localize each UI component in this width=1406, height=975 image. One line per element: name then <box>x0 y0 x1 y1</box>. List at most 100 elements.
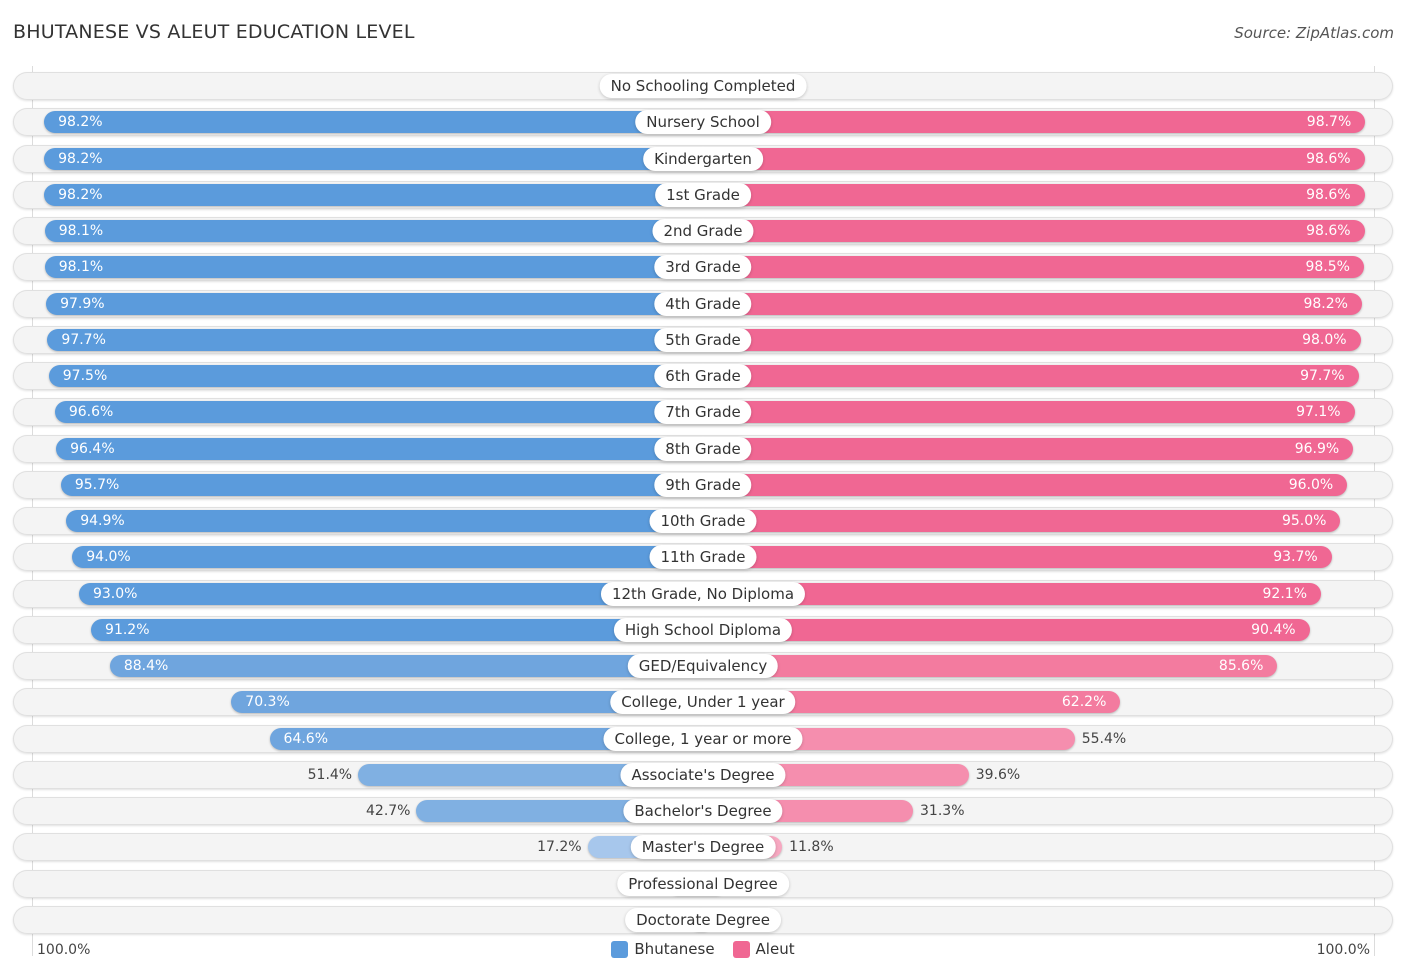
bar-bhutanese[interactable] <box>47 328 703 351</box>
bar-bhutanese[interactable] <box>44 147 703 170</box>
value-label-bhutanese: 94.0% <box>86 549 131 566</box>
bar-aleut[interactable] <box>703 328 1361 351</box>
value-label-aleut: 98.6% <box>1306 186 1351 203</box>
value-label-bhutanese: 42.7% <box>366 803 411 819</box>
value-label-bhutanese: 95.7% <box>74 476 120 493</box>
category-label: College, Under 1 year <box>610 690 796 715</box>
bar-aleut[interactable] <box>703 655 1278 677</box>
bar-bhutanese[interactable] <box>44 183 703 206</box>
value-label-bhutanese: 98.2% <box>58 150 103 167</box>
value-label-aleut: 96.0% <box>1288 476 1334 493</box>
bar-bhutanese[interactable] <box>56 437 703 460</box>
bar-bhutanese[interactable] <box>48 365 703 387</box>
bar-bhutanese[interactable] <box>109 655 703 677</box>
category-label: Associate's Degree <box>620 762 786 787</box>
bar-aleut[interactable] <box>703 292 1362 315</box>
category-label: Bachelor's Degree <box>623 799 783 823</box>
bar-aleut[interactable] <box>703 510 1341 532</box>
value-label-aleut: 39.6% <box>975 766 1021 783</box>
category-label: 6th Grade <box>654 364 752 388</box>
legend-label-bhutanese: Bhutanese <box>634 940 715 958</box>
category-label: Doctorate Degree <box>625 907 781 932</box>
value-label-bhutanese: 94.9% <box>80 513 125 529</box>
bar-aleut[interactable] <box>703 256 1364 279</box>
value-label-aleut: 90.4% <box>1251 621 1296 638</box>
bar-bhutanese[interactable] <box>72 546 703 569</box>
value-label-aleut: 96.9% <box>1294 440 1340 457</box>
value-label-aleut: 98.7% <box>1306 114 1352 131</box>
category-label: 1st Grade <box>655 182 751 207</box>
category-label: 12th Grade, No Diploma <box>600 581 806 606</box>
value-label-bhutanese: 97.5% <box>62 368 108 384</box>
category-label: 11th Grade <box>649 545 757 570</box>
value-label-aleut: 98.6% <box>1306 150 1351 167</box>
category-label: 3rd Grade <box>654 255 752 280</box>
category-label: Kindergarten <box>643 146 763 171</box>
value-label-bhutanese: 88.4% <box>123 658 169 674</box>
category-label: Master's Degree <box>630 835 776 860</box>
legend-item-aleut[interactable]: Aleut <box>732 940 795 958</box>
value-label-aleut: 92.1% <box>1262 585 1307 602</box>
value-label-aleut: 11.8% <box>789 839 834 856</box>
bar-aleut[interactable] <box>703 618 1310 641</box>
bar-aleut[interactable] <box>703 147 1365 170</box>
category-label: College, 1 year or more <box>603 726 803 751</box>
bar-bhutanese[interactable] <box>44 256 703 279</box>
bar-aleut[interactable] <box>703 401 1355 424</box>
category-label: Nursery School <box>635 110 771 135</box>
value-label-aleut: 98.5% <box>1305 259 1350 276</box>
value-label-aleut: 55.4% <box>1081 730 1127 747</box>
legend-swatch-aleut <box>732 940 750 958</box>
value-label-aleut: 93.7% <box>1273 549 1318 566</box>
value-label-bhutanese: 98.1% <box>58 259 104 276</box>
value-label-bhutanese: 97.7% <box>61 331 106 348</box>
value-label-bhutanese: 70.3% <box>245 694 290 711</box>
value-label-aleut: 98.2% <box>1303 295 1348 312</box>
value-label-aleut: 31.3% <box>920 803 965 819</box>
category-label: 9th Grade <box>654 472 752 497</box>
value-label-bhutanese: 97.9% <box>60 295 105 312</box>
bar-bhutanese[interactable] <box>91 618 703 641</box>
category-label: Professional Degree <box>617 871 789 896</box>
category-label: No Schooling Completed <box>599 74 807 98</box>
category-label: 7th Grade <box>654 400 752 425</box>
bar-bhutanese[interactable] <box>66 510 703 532</box>
category-label: 8th Grade <box>654 436 752 461</box>
value-label-bhutanese: 96.4% <box>70 440 115 457</box>
category-label: 5th Grade <box>654 327 752 352</box>
category-label: High School Diploma <box>613 617 793 642</box>
value-label-bhutanese: 98.2% <box>58 114 103 131</box>
bar-aleut[interactable] <box>703 183 1365 206</box>
value-label-bhutanese: 17.2% <box>537 839 582 856</box>
category-label: 4th Grade <box>654 291 752 316</box>
value-label-bhutanese: 98.1% <box>58 223 104 239</box>
value-label-bhutanese: 91.2% <box>105 621 150 638</box>
value-label-bhutanese: 64.6% <box>283 730 329 747</box>
bar-bhutanese[interactable] <box>44 220 703 242</box>
legend-label-aleut: Aleut <box>755 940 795 958</box>
chart-area: 1.8%1.6%No Schooling Completed98.2%98.7%… <box>0 0 1406 975</box>
value-label-bhutanese: 96.6% <box>68 404 114 421</box>
bar-aleut[interactable] <box>703 473 1348 496</box>
legend-swatch-bhutanese <box>611 940 629 958</box>
value-label-aleut: 98.0% <box>1302 331 1347 348</box>
value-label-aleut: 95.0% <box>1281 513 1327 529</box>
value-label-aleut: 97.1% <box>1296 404 1341 421</box>
bar-aleut[interactable] <box>703 111 1366 134</box>
value-label-bhutanese: 51.4% <box>307 766 353 783</box>
category-label: 2nd Grade <box>652 219 754 243</box>
bar-bhutanese[interactable] <box>44 111 703 134</box>
bar-bhutanese[interactable] <box>46 292 703 315</box>
bar-aleut[interactable] <box>703 437 1354 460</box>
legend-item-bhutanese[interactable]: Bhutanese <box>611 940 715 958</box>
value-label-bhutanese: 93.0% <box>92 585 138 602</box>
bar-aleut[interactable] <box>703 546 1332 569</box>
bar-bhutanese[interactable] <box>60 473 703 496</box>
value-label-bhutanese: 98.2% <box>58 186 103 203</box>
bar-bhutanese[interactable] <box>54 401 703 424</box>
bar-aleut[interactable] <box>703 220 1365 242</box>
category-label: GED/Equivalency <box>627 654 779 678</box>
value-label-aleut: 98.6% <box>1306 223 1351 239</box>
legend: Bhutanese Aleut <box>0 940 1406 958</box>
bar-aleut[interactable] <box>703 365 1359 387</box>
